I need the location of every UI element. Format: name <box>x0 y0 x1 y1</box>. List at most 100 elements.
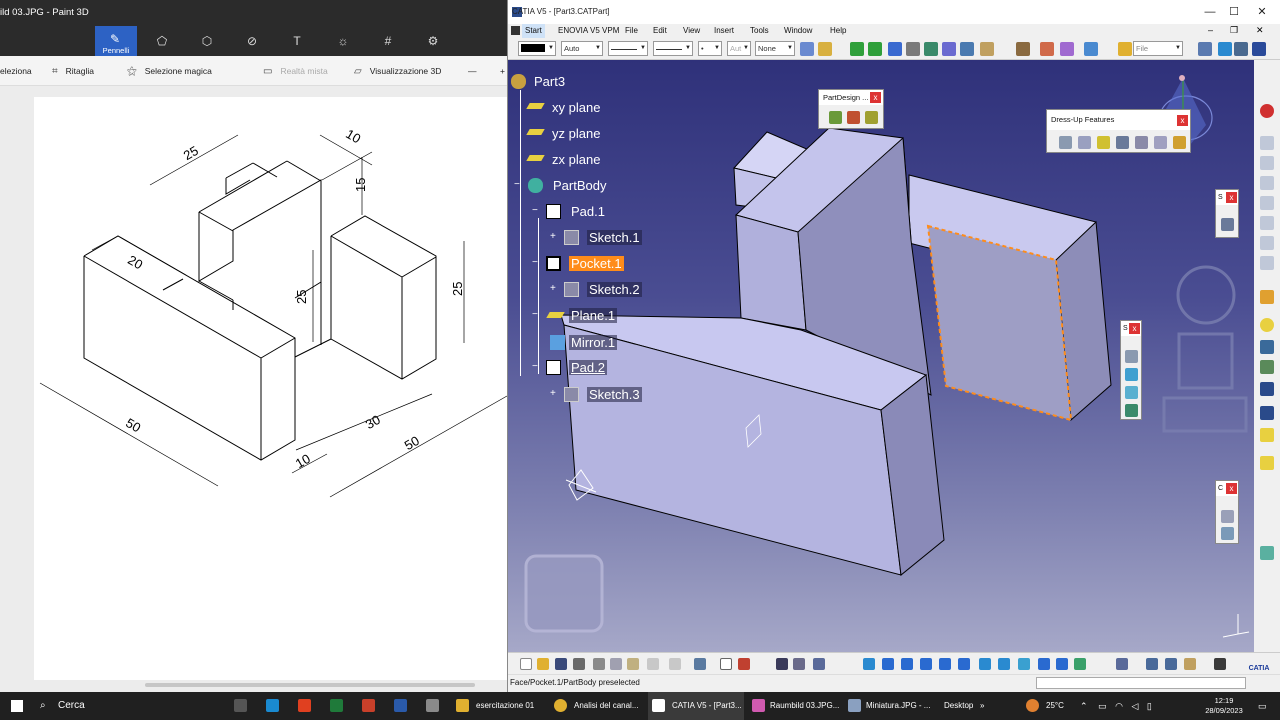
save-icon[interactable] <box>555 658 567 670</box>
painter-icon[interactable] <box>818 42 832 56</box>
tree-mirror1[interactable]: Mirror.1 <box>546 334 618 352</box>
thread-icon[interactable] <box>1154 136 1167 149</box>
color-combo[interactable]: ▼ <box>518 41 556 56</box>
dressup-close-button[interactable]: x <box>1177 115 1188 126</box>
constraint-def-icon[interactable] <box>1221 527 1234 540</box>
mini-toolbar-1-close[interactable]: x <box>1226 192 1237 203</box>
brush-tool-button[interactable]: ✎ Pennelli <box>95 26 137 56</box>
taskbar-app-chrome[interactable]: Analisi del canal... <box>550 692 646 720</box>
table-icon[interactable] <box>776 658 788 670</box>
app-gray-icon[interactable] <box>426 699 439 712</box>
print-icon[interactable] <box>573 658 585 670</box>
sketch-tool-icon[interactable] <box>1221 218 1234 231</box>
redo-icon[interactable] <box>669 658 681 670</box>
measure-item-icon[interactable] <box>1165 658 1177 670</box>
partdesign-close-button[interactable]: x <box>870 92 881 103</box>
shading-icon[interactable] <box>1018 658 1030 670</box>
pan-icon[interactable] <box>850 42 864 56</box>
axis-icon[interactable] <box>924 42 938 56</box>
3d-shapes-button[interactable]: ⬡ <box>186 26 228 56</box>
tool-icon-i[interactable] <box>1260 360 1274 374</box>
crop-button[interactable]: ⌗ Ritaglia <box>52 56 94 86</box>
transparency-combo[interactable]: Auto ▼ <box>561 41 603 56</box>
view3d-button[interactable]: ▱ Visualizzazione 3D <box>354 56 441 86</box>
exit-workbench-icon[interactable] <box>1260 104 1274 118</box>
doc-restore[interactable]: ❐ <box>1230 25 1238 36</box>
library-button[interactable]: ⚙ <box>412 26 454 56</box>
layer-combo[interactable]: None ▼ <box>755 41 795 56</box>
effects-button[interactable]: ☼ <box>322 26 364 56</box>
law-icon[interactable] <box>738 658 750 670</box>
tree-xy-plane[interactable]: xy plane <box>526 99 602 117</box>
copy-icon[interactable] <box>610 658 622 670</box>
3d-viewport[interactable]: Part3 xy plane yz plane zx plane − PartB… <box>508 60 1254 652</box>
design-table-icon[interactable] <box>793 658 805 670</box>
2d-shapes-button[interactable]: ⬠ <box>141 26 183 56</box>
tree-zx-plane[interactable]: zx plane <box>526 151 602 169</box>
undo-icon[interactable] <box>647 658 659 670</box>
paste-icon[interactable] <box>627 658 639 670</box>
mixed-reality-button[interactable]: ▭ Realtà mista <box>263 56 328 86</box>
thickness-icon[interactable] <box>1135 136 1148 149</box>
symmetry-icon[interactable] <box>1125 404 1138 417</box>
analysis-icon[interactable] <box>1040 42 1054 56</box>
taskbar-app-catia[interactable]: CATIA V5 - [Part3... <box>648 692 744 720</box>
plane-tool-icon[interactable] <box>1260 428 1274 442</box>
draft-icon[interactable] <box>1097 136 1110 149</box>
help-icon[interactable] <box>694 658 706 670</box>
tree-part3[interactable]: Part3 <box>511 73 567 91</box>
doc-close[interactable]: ✕ <box>1256 25 1264 36</box>
paint-horizontal-scrollbar[interactable] <box>145 683 475 687</box>
workbench-icon-e[interactable] <box>1260 216 1274 230</box>
linetype-combo[interactable]: ▼ <box>608 41 648 56</box>
pan-icon[interactable] <box>882 658 894 670</box>
doc-minimize[interactable]: – <box>1208 25 1213 35</box>
menu-edit[interactable]: Edit <box>653 24 667 38</box>
menu-start[interactable]: Start <box>522 24 545 38</box>
constraint-icon[interactable] <box>1221 510 1234 523</box>
zoom-in-button[interactable]: + <box>500 56 505 86</box>
notifications-icon[interactable]: ▭ <box>1258 692 1274 720</box>
rotate-icon[interactable] <box>868 42 882 56</box>
excel-icon[interactable] <box>330 699 343 712</box>
menu-help[interactable]: Help <box>830 24 846 38</box>
open-folder-icon[interactable] <box>1118 42 1132 56</box>
powerpoint-icon[interactable] <box>362 699 375 712</box>
tree-sketch2[interactable]: + Sketch.2 <box>550 281 642 299</box>
menu-insert[interactable]: Insert <box>714 24 734 38</box>
shell-icon[interactable] <box>1116 136 1129 149</box>
filter-icon[interactable] <box>1218 42 1232 56</box>
measure-icon[interactable] <box>942 42 956 56</box>
shaft-tool-icon[interactable] <box>865 111 878 124</box>
command-input[interactable] <box>1036 677 1246 689</box>
drawing-canvas[interactable]: 25 10 15 20 25 25 50 30 50 10 <box>34 97 508 680</box>
start-button[interactable] <box>6 692 28 720</box>
lineweight-combo[interactable]: ▼ <box>653 41 693 56</box>
update-icon[interactable] <box>813 658 825 670</box>
text-button[interactable]: T <box>276 26 318 56</box>
snap-icon[interactable] <box>906 42 920 56</box>
surface-icon[interactable] <box>1260 546 1274 560</box>
tool-icon-h[interactable] <box>1260 340 1274 354</box>
maximize-button[interactable]: ☐ <box>1220 0 1248 24</box>
catalog-browser-icon[interactable] <box>1214 658 1226 670</box>
measure-inertia-icon[interactable] <box>1184 658 1196 670</box>
menu-window[interactable]: Window <box>784 24 812 38</box>
close-button[interactable]: ✕ <box>1248 0 1276 24</box>
point-combo[interactable]: • ▼ <box>698 41 722 56</box>
taskbar-app-miniatura[interactable]: Miniatura.JPG - ... <box>844 692 936 720</box>
fillet-icon[interactable] <box>1059 136 1072 149</box>
workbench-icon-g[interactable] <box>1260 256 1274 270</box>
clock[interactable]: 12:19 28/09/2023 <box>1196 692 1252 720</box>
transform-icon[interactable] <box>1125 350 1138 363</box>
file-combo[interactable]: File ▼ <box>1133 41 1183 56</box>
swap-space-icon[interactable] <box>1056 658 1068 670</box>
brush-icon[interactable] <box>800 42 814 56</box>
links-icon[interactable] <box>1084 42 1098 56</box>
remove-face-icon[interactable] <box>1173 136 1186 149</box>
rotate-view-icon[interactable] <box>901 658 913 670</box>
zoom-out-icon[interactable] <box>939 658 951 670</box>
layer-filter-combo[interactable]: Aut ▼ <box>727 41 751 56</box>
open-icon[interactable] <box>537 658 549 670</box>
menu-enovia[interactable]: ENOVIA V5 VPM <box>558 24 619 38</box>
